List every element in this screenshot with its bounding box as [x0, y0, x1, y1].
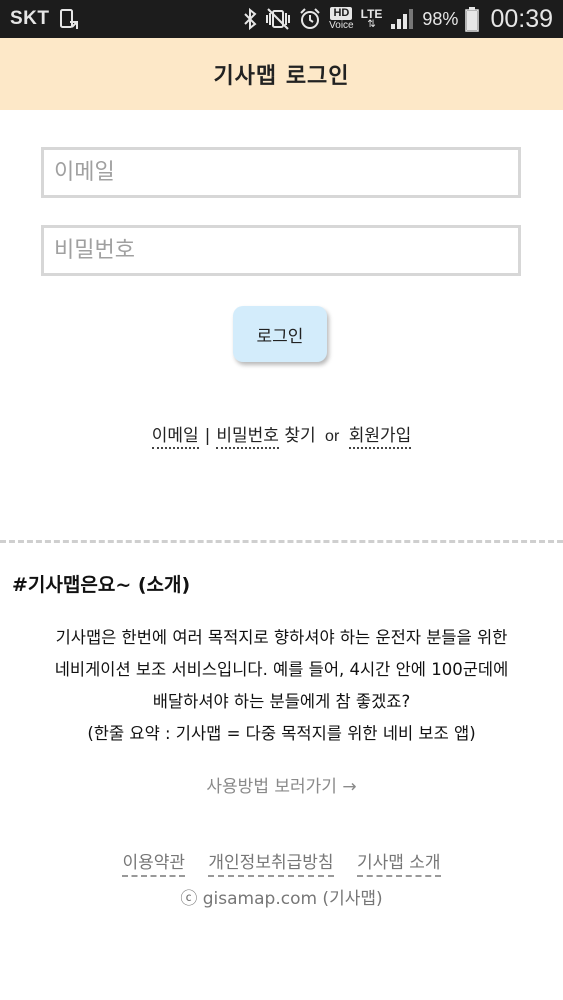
email-input[interactable] — [41, 147, 521, 198]
intro-line: 기사맵은 한번에 여러 목적지로 향하셔야 하는 운전자 분들을 위한 — [55, 628, 508, 647]
intro-line: 배달하셔야 하는 분들에게 참 좋겠죠? — [152, 692, 411, 711]
or-text: or — [325, 428, 340, 445]
signal-strength-icon — [389, 7, 415, 31]
page-title: 기사맵 로그인 — [213, 64, 350, 89]
hd-label: HD — [330, 7, 353, 20]
howto-link[interactable]: 사용방법 보러가기 → — [0, 772, 563, 797]
intro-line: (한줄 요약 : 기사맵 = 다중 목적지를 위한 네비 보조 앱) — [87, 724, 476, 743]
terms-link[interactable]: 이용약관 — [122, 853, 185, 877]
screen-mirroring-icon — [58, 8, 80, 30]
link-separator: | — [204, 426, 211, 446]
privacy-policy-link[interactable]: 개인정보취급방침 — [208, 853, 334, 877]
carrier-label: SKT — [10, 8, 50, 29]
find-text: 찾기 — [284, 426, 316, 446]
bluetooth-icon — [242, 7, 258, 31]
footer-links: 이용약관 개인정보취급방침 기사맵 소개 — [0, 848, 563, 877]
signup-link[interactable]: 회원가입 — [348, 426, 412, 449]
find-email-link[interactable]: 이메일 — [151, 426, 199, 449]
password-input[interactable] — [41, 225, 521, 276]
data-arrows: ⇅ — [367, 19, 376, 30]
clock: 00:39 — [490, 4, 553, 33]
hd-voice-icon: HD Voice — [329, 7, 354, 31]
battery-icon — [465, 6, 480, 32]
status-bar: SKT HD Voice LTE ⇅ 98% 00:39 — [0, 0, 563, 38]
vibrate-mute-icon — [265, 7, 291, 31]
lte-icon: LTE ⇅ — [361, 8, 383, 30]
copyright: ⓒ gisamap.com (기사맵) — [180, 889, 383, 909]
app-header: 기사맵 로그인 — [0, 38, 563, 110]
intro-title: #기사맵은요~ (소개) — [12, 574, 191, 596]
intro-body: 기사맵은 한번에 여러 목적지로 향하셔야 하는 운전자 분들을 위한 네비게이… — [0, 622, 563, 750]
find-account-row: 이메일 | 비밀번호 찾기 or 회원가입 — [0, 421, 563, 449]
find-password-link[interactable]: 비밀번호 — [216, 426, 279, 449]
about-link[interactable]: 기사맵 소개 — [356, 853, 441, 877]
login-button[interactable]: 로그인 — [233, 306, 327, 362]
voice-label: Voice — [329, 20, 354, 31]
intro-line: 네비게이션 보조 서비스입니다. 예를 들어, 4시간 안에 100군데에 — [54, 660, 509, 679]
battery-percent: 98% — [422, 8, 459, 29]
section-divider — [0, 540, 563, 543]
alarm-icon — [298, 7, 322, 31]
